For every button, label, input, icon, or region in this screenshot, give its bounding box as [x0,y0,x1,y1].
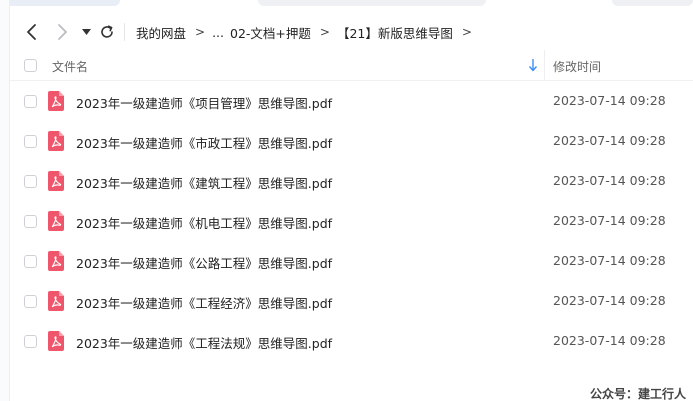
file-modified-date: 2023-07-14 09:28 [553,293,666,308]
watermark: 公众号：建工行人 [590,387,687,401]
breadcrumb-item-folder[interactable]: 02-文档+押题 [230,23,311,42]
top-tab-fragment [2,0,120,6]
file-list: 2023年一级建造师《项目管理》思维导图.pdf 2023-07-14 09:28… [10,81,693,361]
nav-divider [124,23,125,41]
pdf-file-icon [48,251,64,271]
row-checkbox[interactable] [24,175,37,188]
pdf-file-icon [48,171,64,191]
file-modified-date: 2023-07-14 09:28 [553,93,666,108]
file-modified-date: 2023-07-14 09:28 [553,213,666,228]
file-name[interactable]: 2023年一级建造师《公路工程》思维导图.pdf [76,253,332,272]
table-row[interactable]: 2023年一级建造师《机电工程》思维导图.pdf 2023-07-14 09:28 [10,201,693,241]
table-row[interactable]: 2023年一级建造师《工程法规》思维导图.pdf 2023-07-14 09:28 [10,321,693,361]
top-button-fragment [612,0,693,6]
row-checkbox[interactable] [24,335,37,348]
table-row[interactable]: 2023年一级建造师《工程经济》思维导图.pdf 2023-07-14 09:28 [10,281,693,321]
row-checkbox[interactable] [24,295,37,308]
pdf-file-icon [48,211,64,231]
row-checkbox[interactable] [24,255,37,268]
file-modified-date: 2023-07-14 09:28 [553,133,666,148]
breadcrumb-separator: > [319,25,330,39]
chevron-right-icon [58,24,67,40]
breadcrumb-item-root[interactable]: 我的网盘 [136,23,186,42]
row-checkbox[interactable] [24,135,37,148]
forward-button[interactable] [54,20,72,44]
breadcrumb-separator: > [195,25,206,39]
table-row[interactable]: 2023年一级建造师《项目管理》思维导图.pdf 2023-07-14 09:28 [10,81,693,121]
row-checkbox[interactable] [24,95,37,108]
breadcrumb-separator: > [461,25,472,39]
arrow-down-icon[interactable] [528,57,538,73]
back-button[interactable] [22,20,40,44]
table-row[interactable]: 2023年一级建造师《市政工程》思维导图.pdf 2023-07-14 09:28 [10,121,693,161]
sidebar-edge [0,0,10,401]
file-modified-date: 2023-07-14 09:28 [553,333,666,348]
pdf-file-icon [48,91,64,111]
navigation-bar: 我的网盘 > ... 02-文档+押题 > 【21】新版思维导图 > [10,18,693,46]
file-name[interactable]: 2023年一级建造师《项目管理》思维导图.pdf [76,93,332,112]
breadcrumb-item-ellipsis[interactable]: ... [212,25,224,40]
file-modified-date: 2023-07-14 09:28 [553,253,666,268]
table-row[interactable]: 2023年一级建造师《公路工程》思维导图.pdf 2023-07-14 09:28 [10,241,693,281]
file-modified-date: 2023-07-14 09:28 [553,173,666,188]
chevron-left-icon [27,24,36,40]
row-checkbox[interactable] [24,215,37,228]
table-row[interactable]: 2023年一级建造师《建筑工程》思维导图.pdf 2023-07-14 09:28 [10,161,693,201]
breadcrumb-item-current[interactable]: 【21】新版思维导图 [337,23,453,42]
file-name[interactable]: 2023年一级建造师《市政工程》思维导图.pdf [76,133,332,152]
pdf-file-icon [48,331,64,351]
caret-down-icon [81,29,91,35]
file-name[interactable]: 2023年一级建造师《工程法规》思维导图.pdf [76,333,332,352]
refresh-icon [101,25,113,38]
pdf-file-icon [48,131,64,151]
file-list-header: 文件名 修改时间 [10,50,693,81]
file-name[interactable]: 2023年一级建造师《建筑工程》思维导图.pdf [76,173,332,192]
column-divider[interactable] [544,50,545,81]
column-header-date[interactable]: 修改时间 [553,58,601,75]
breadcrumb: 我的网盘 > ... 02-文档+押题 > 【21】新版思维导图 > [136,18,479,46]
file-name[interactable]: 2023年一级建造师《工程经济》思维导图.pdf [76,293,332,312]
refresh-button[interactable] [98,20,116,44]
top-search-fragment [258,0,486,6]
column-header-name[interactable]: 文件名 [52,58,88,75]
file-name[interactable]: 2023年一级建造师《机电工程》思维导图.pdf [76,213,332,232]
select-all-checkbox[interactable] [24,59,37,72]
pdf-file-icon [48,291,64,311]
history-dropdown-button[interactable] [80,20,92,44]
